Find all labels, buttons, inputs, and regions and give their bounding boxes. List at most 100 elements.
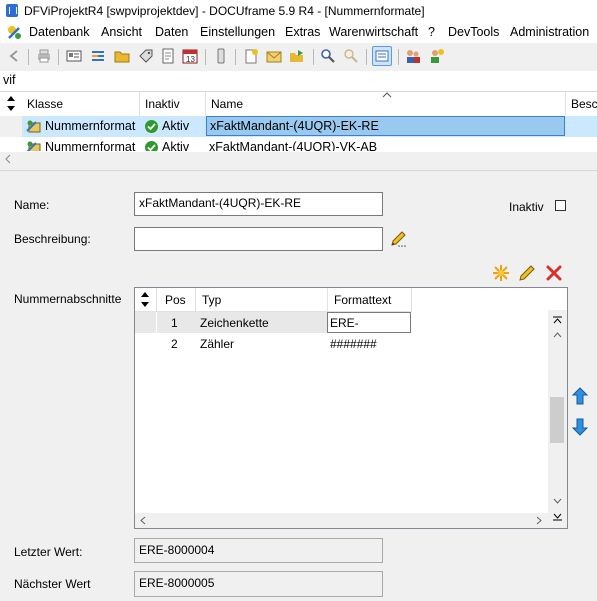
name-label: Name: (14, 198, 50, 212)
column-header-beschreibung[interactable]: Besc (566, 92, 597, 117)
row-selector[interactable] (135, 312, 156, 333)
column-header-name[interactable]: Name (206, 92, 566, 117)
column-label: Name (211, 97, 244, 111)
menu-einstellungen[interactable]: Einstellungen (200, 25, 275, 39)
number-format-icon (26, 120, 41, 133)
column-header-inaktiv[interactable]: Inaktiv (140, 92, 206, 117)
cell-typ: Zeichenkette (200, 316, 269, 330)
toolbar-separator (366, 49, 367, 65)
calendar-icon[interactable]: 13 (182, 48, 198, 64)
column-header-typ[interactable]: Typ (196, 288, 328, 312)
column-label: Pos (165, 293, 186, 307)
tag-icon[interactable] (138, 48, 154, 64)
menu-ansicht[interactable]: Ansicht (101, 25, 142, 39)
app-menu-icon[interactable] (6, 24, 22, 40)
beschreibung-field[interactable] (134, 227, 383, 251)
export-icon[interactable] (289, 48, 305, 64)
column-header-klasse[interactable]: Klasse (22, 92, 140, 117)
column-header-pos[interactable]: Pos (157, 288, 196, 312)
phone-icon[interactable] (213, 48, 229, 64)
column-label: Typ (202, 293, 222, 307)
beschreibung-label: Beschreibung: (14, 232, 91, 246)
folder-icon[interactable] (114, 48, 130, 64)
toolbar-separator (398, 49, 399, 65)
toolbar: 13 (0, 43, 597, 72)
scroll-right-icon[interactable] (536, 516, 542, 525)
menu-datenbank[interactable]: Datenbank (29, 25, 89, 39)
scroll-down-icon[interactable] (553, 498, 562, 504)
row-selector-header[interactable] (135, 288, 157, 312)
cell-pos: 1 (171, 316, 178, 330)
abschnitte-vertical-scrollbar[interactable] (548, 310, 567, 528)
menu-warenwirtschaft[interactable]: Warenwirtschaft (329, 25, 418, 39)
delete-icon[interactable] (545, 264, 563, 282)
check-circle-icon (145, 120, 158, 133)
letzter-wert-value: ERE-8000004 (139, 543, 215, 557)
splitter[interactable] (0, 170, 597, 171)
card-icon[interactable] (66, 48, 82, 64)
user-settings-icon[interactable] (429, 48, 445, 64)
mail-icon[interactable] (266, 48, 282, 64)
naechster-wert-field: ERE-8000005 (134, 571, 383, 597)
users-icon[interactable] (405, 48, 421, 64)
move-up-icon[interactable] (572, 387, 588, 405)
search-input[interactable]: vif (3, 73, 16, 87)
table-row[interactable]: Nummernformat Aktiv xFaktMandant-(4UQR)-… (0, 137, 597, 151)
row-selector-header[interactable] (0, 92, 23, 117)
column-label: Besc (571, 97, 597, 111)
edit-pencil-icon[interactable] (389, 230, 407, 248)
column-label: Klasse (27, 97, 64, 111)
menu-daten[interactable]: Daten (155, 25, 188, 39)
grid-horizontal-scrollbar[interactable] (0, 152, 597, 166)
menu-administration[interactable]: Administration (510, 25, 589, 39)
cell-typ: Zähler (200, 337, 235, 351)
cell-name-selected[interactable]: xFaktMandant-(4UQR)-EK-RE (206, 116, 565, 136)
back-icon[interactable] (7, 48, 23, 64)
toolbar-separator (205, 49, 206, 65)
column-header-formattext[interactable]: Formattext (328, 288, 412, 312)
cell-name: xFaktMandant-(4UQR)-VK-AB (209, 140, 378, 151)
menu-bar: Datenbank Ansicht Daten Einstellungen Ex… (0, 22, 597, 43)
formattext-editor[interactable]: ERE- (327, 312, 411, 333)
scroll-left-icon[interactable] (140, 516, 146, 525)
form-view-icon[interactable] (372, 46, 392, 66)
menu-devtools[interactable]: DevTools (448, 25, 499, 39)
scroll-thumb[interactable] (550, 397, 564, 443)
table-row[interactable]: 2 Zähler ####### (135, 333, 411, 354)
search-bar[interactable]: vif (0, 71, 597, 92)
edit-icon[interactable] (518, 264, 536, 282)
move-down-icon[interactable] (572, 418, 588, 436)
name-field[interactable]: xFaktMandant-(4UQR)-EK-RE (134, 192, 383, 216)
table-row[interactable]: Nummernformat Aktiv xFaktMandant-(4UQR)-… (0, 116, 597, 137)
search-icon[interactable] (320, 48, 336, 64)
app-icon (6, 4, 18, 17)
name-field-value: xFaktMandant-(4UQR)-EK-RE (139, 196, 302, 210)
row-selector[interactable] (0, 116, 22, 137)
scroll-left-icon[interactable] (4, 154, 12, 164)
sort-toggle-icon (7, 96, 15, 111)
check-circle-icon (145, 141, 158, 151)
cell-klasse: Nummernformat (45, 119, 136, 133)
list-icon[interactable] (90, 48, 106, 64)
inaktiv-label: Inaktiv (509, 200, 544, 214)
new-item-icon[interactable] (492, 264, 510, 282)
table-row[interactable]: 1 Zeichenkette ERE- (135, 312, 411, 333)
column-label: Inaktiv (145, 97, 180, 111)
scroll-bottom-icon[interactable] (553, 513, 562, 521)
new-document-icon[interactable] (243, 48, 259, 64)
number-format-icon (26, 141, 41, 151)
document-icon[interactable] (160, 48, 176, 64)
abschnitte-horizontal-scrollbar[interactable] (135, 513, 548, 528)
menu-extras[interactable]: Extras (285, 25, 320, 39)
scroll-top-icon[interactable] (553, 316, 562, 324)
menu-help[interactable]: ? (428, 25, 435, 39)
title-bar: DFViProjektR4 [swpviprojektdev] - DOCUfr… (0, 0, 597, 22)
cell-inaktiv: Aktiv (162, 119, 190, 133)
search-disabled-icon[interactable] (343, 48, 359, 64)
cell-klasse: Nummernformat (45, 140, 136, 151)
toolbar-separator (28, 49, 29, 65)
scroll-up-icon[interactable] (553, 332, 562, 338)
sort-ascending-icon (382, 92, 392, 98)
print-icon[interactable] (36, 48, 52, 64)
inaktiv-checkbox[interactable] (555, 200, 566, 211)
